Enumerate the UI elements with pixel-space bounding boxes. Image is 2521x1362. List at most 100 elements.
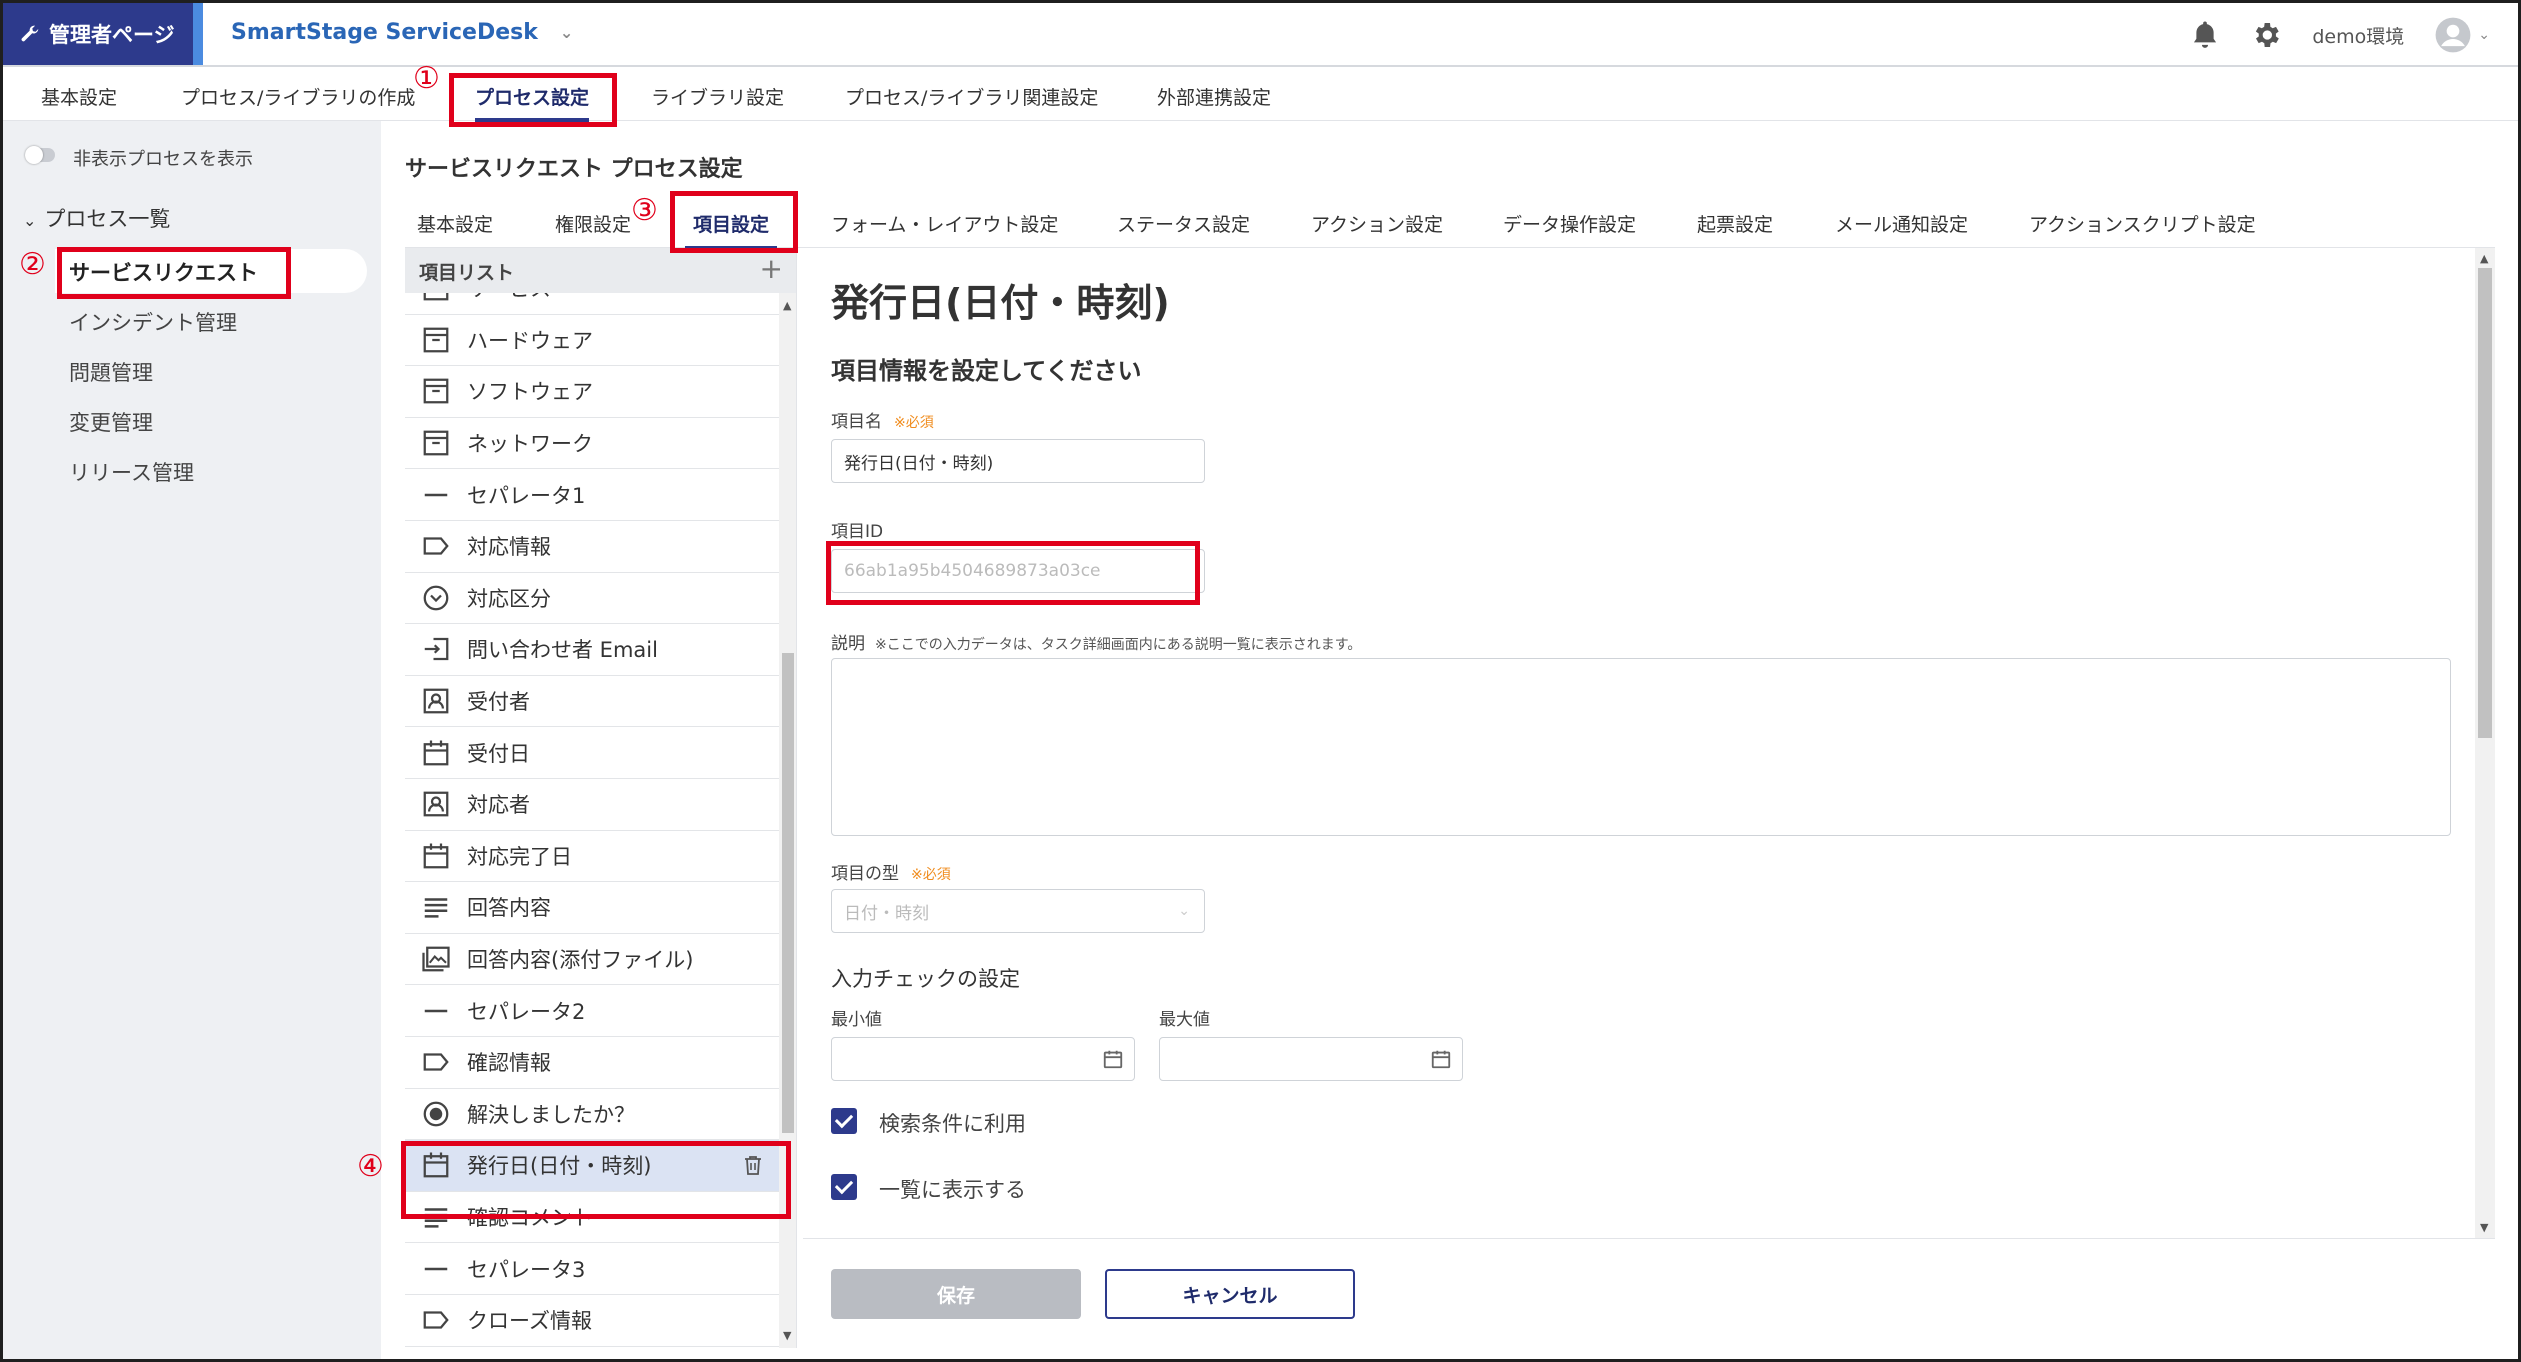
callout-box-item-id <box>826 541 1200 605</box>
header-actions: demo環境 ⌄ <box>2190 15 2490 55</box>
item-type-label-row: 項目の型 ※必須 <box>831 859 951 884</box>
form-footer: 保存 キャンセル <box>803 1238 2495 1348</box>
min-value-date-input[interactable] <box>831 1037 1135 1081</box>
box-icon <box>419 323 453 357</box>
process-list-label: プロセス一覧 <box>44 207 171 231</box>
callout-number-2: ② <box>19 247 46 282</box>
admin-page-label: 管理者ページ <box>49 23 175 47</box>
detail-scrollbar[interactable]: ▲ ▼ <box>2475 248 2495 1238</box>
item-list-scroll-thumb[interactable] <box>782 653 794 1133</box>
environment-label: demo環境 <box>2312 25 2405 48</box>
gear-icon[interactable] <box>2250 19 2282 51</box>
tag-icon <box>419 1045 453 1079</box>
list-item[interactable]: 回答内容 <box>405 882 779 934</box>
wrench-icon <box>21 25 39 42</box>
list-item-label: 回答内容(添付ファイル) <box>467 948 694 973</box>
header: 管理者ページ SmartStage ServiceDesk ⌄ demo環境 ⌄ <box>3 3 2518 67</box>
app-switcher[interactable]: SmartStage ServiceDesk ⌄ <box>231 20 573 45</box>
hidden-process-toggle-label: 非表示プロセスを表示 <box>73 149 253 170</box>
admin-page-button[interactable]: 管理者ページ <box>3 3 193 65</box>
search-condition-label: 検索条件に利用 <box>879 1112 1026 1136</box>
list-item-label: 回答内容 <box>467 896 551 921</box>
tag-icon <box>419 1303 453 1337</box>
list-item[interactable]: 対応情報 <box>405 521 779 573</box>
sidebar-item-change[interactable]: 変更管理 <box>69 407 153 437</box>
item-type-select[interactable]: 日付・時刻 ⌄ <box>831 889 1205 933</box>
item-detail-title: 発行日(日付・時刻) <box>831 281 1170 325</box>
list-item-label: 受付日 <box>467 741 530 766</box>
list-item[interactable]: セパレータ2 <box>405 985 779 1037</box>
tab-data-operation[interactable]: データ操作設定 <box>1503 210 1636 237</box>
tab-basic[interactable]: 基本設定 <box>417 210 493 237</box>
list-item[interactable]: セパレータ1 <box>405 469 779 521</box>
list-item[interactable]: 回答内容(添付ファイル) <box>405 934 779 986</box>
list-item[interactable]: ハードウェア <box>405 315 779 367</box>
detail-scroll-thumb[interactable] <box>2478 268 2492 738</box>
item-name-value: 発行日(日付・時刻) <box>844 453 994 474</box>
tab-status[interactable]: ステータス設定 <box>1117 210 1250 237</box>
nav-basic-settings[interactable]: 基本設定 <box>41 83 117 110</box>
list-item[interactable]: 確認情報 <box>405 1037 779 1089</box>
list-item[interactable]: ソフトウェア <box>405 366 779 418</box>
nav-process-library-create[interactable]: プロセス/ライブラリの作成 <box>181 83 415 110</box>
item-name-input[interactable]: 発行日(日付・時刻) <box>831 439 1205 483</box>
list-item[interactable]: 対応者 <box>405 779 779 831</box>
description-label: 説明 <box>831 634 865 654</box>
chevron-down-icon: ⌄ <box>2478 27 2490 43</box>
scroll-up-arrow-icon[interactable]: ▲ <box>783 299 791 312</box>
tab-issue[interactable]: 起票設定 <box>1697 210 1773 237</box>
tab-permission[interactable]: 権限設定 <box>555 210 631 237</box>
list-item[interactable]: サービス <box>405 293 779 315</box>
save-button[interactable]: 保存 <box>831 1269 1081 1319</box>
list-item[interactable]: 問い合わせ者 Email <box>405 624 779 676</box>
callout-number-3: ③ <box>631 193 658 228</box>
sidebar-item-release[interactable]: リリース管理 <box>69 457 194 487</box>
show-in-list-checkbox[interactable] <box>831 1174 857 1200</box>
user-menu[interactable]: ⌄ <box>2434 16 2490 54</box>
sidebar-item-problem[interactable]: 問題管理 <box>69 357 153 387</box>
tab-mail-notification[interactable]: メール通知設定 <box>1835 210 1968 237</box>
calendar-icon <box>419 736 453 770</box>
list-item[interactable]: セパレータ3 <box>405 1243 779 1295</box>
cancel-button[interactable]: キャンセル <box>1105 1269 1355 1319</box>
scroll-down-arrow-icon[interactable]: ▼ <box>2480 1221 2488 1234</box>
scroll-down-arrow-icon[interactable]: ▼ <box>783 1329 791 1342</box>
process-list-header[interactable]: ⌄ プロセス一覧 <box>23 203 170 233</box>
add-item-button[interactable]: + <box>760 252 783 285</box>
sidebar-item-incident[interactable]: インシデント管理 <box>69 307 237 337</box>
nav-external-integration[interactable]: 外部連携設定 <box>1157 83 1271 110</box>
tab-form-layout[interactable]: フォーム・レイアウト設定 <box>831 210 1058 237</box>
list-item[interactable]: 解決しましたか？ <box>405 1089 779 1141</box>
nav-process-library-relation[interactable]: プロセス/ライブラリ関連設定 <box>845 83 1098 110</box>
description-textarea[interactable] <box>831 658 2451 836</box>
list-item-label: ネットワーク <box>467 432 593 457</box>
tab-action[interactable]: アクション設定 <box>1311 210 1443 237</box>
calendar-icon[interactable] <box>1430 1048 1452 1070</box>
callout-box-selected-item <box>401 1141 791 1219</box>
list-item[interactable]: 受付者 <box>405 676 779 728</box>
bell-icon[interactable] <box>2190 19 2220 51</box>
required-mark: ※必須 <box>894 415 934 431</box>
list-item[interactable]: クローズ情報 <box>405 1295 779 1347</box>
calendar-icon[interactable] <box>1102 1048 1124 1070</box>
scroll-up-arrow-icon[interactable]: ▲ <box>2480 252 2488 265</box>
hidden-process-toggle[interactable] <box>25 146 55 164</box>
required-mark: ※必須 <box>911 867 951 883</box>
list-item[interactable]: ネットワーク <box>405 418 779 470</box>
description-label-row: 説明 ※ここでの入力データは、タスク詳細画面内にある説明一覧に表示されます。 <box>831 629 1361 654</box>
list-item-label: 対応区分 <box>467 586 551 611</box>
max-value-date-input[interactable] <box>1159 1037 1463 1081</box>
person-icon <box>419 787 453 821</box>
list-item-label: ソフトウェア <box>467 380 593 405</box>
input-check-section-title: 入力チェックの設定 <box>831 967 1020 991</box>
description-note: ※ここでの入力データは、タスク詳細画面内にある説明一覧に表示されます。 <box>875 637 1362 653</box>
box-icon <box>419 293 453 305</box>
search-condition-checkbox[interactable] <box>831 1108 857 1134</box>
list-item[interactable]: 受付日 <box>405 727 779 779</box>
nav-library-settings[interactable]: ライブラリ設定 <box>651 83 784 110</box>
tab-action-script[interactable]: アクションスクリプト設定 <box>2029 210 2256 237</box>
avatar-icon <box>2435 17 2471 53</box>
list-item-label: クローズ情報 <box>467 1309 592 1334</box>
list-item[interactable]: 対応区分 <box>405 573 779 625</box>
list-item[interactable]: 対応完了日 <box>405 831 779 883</box>
